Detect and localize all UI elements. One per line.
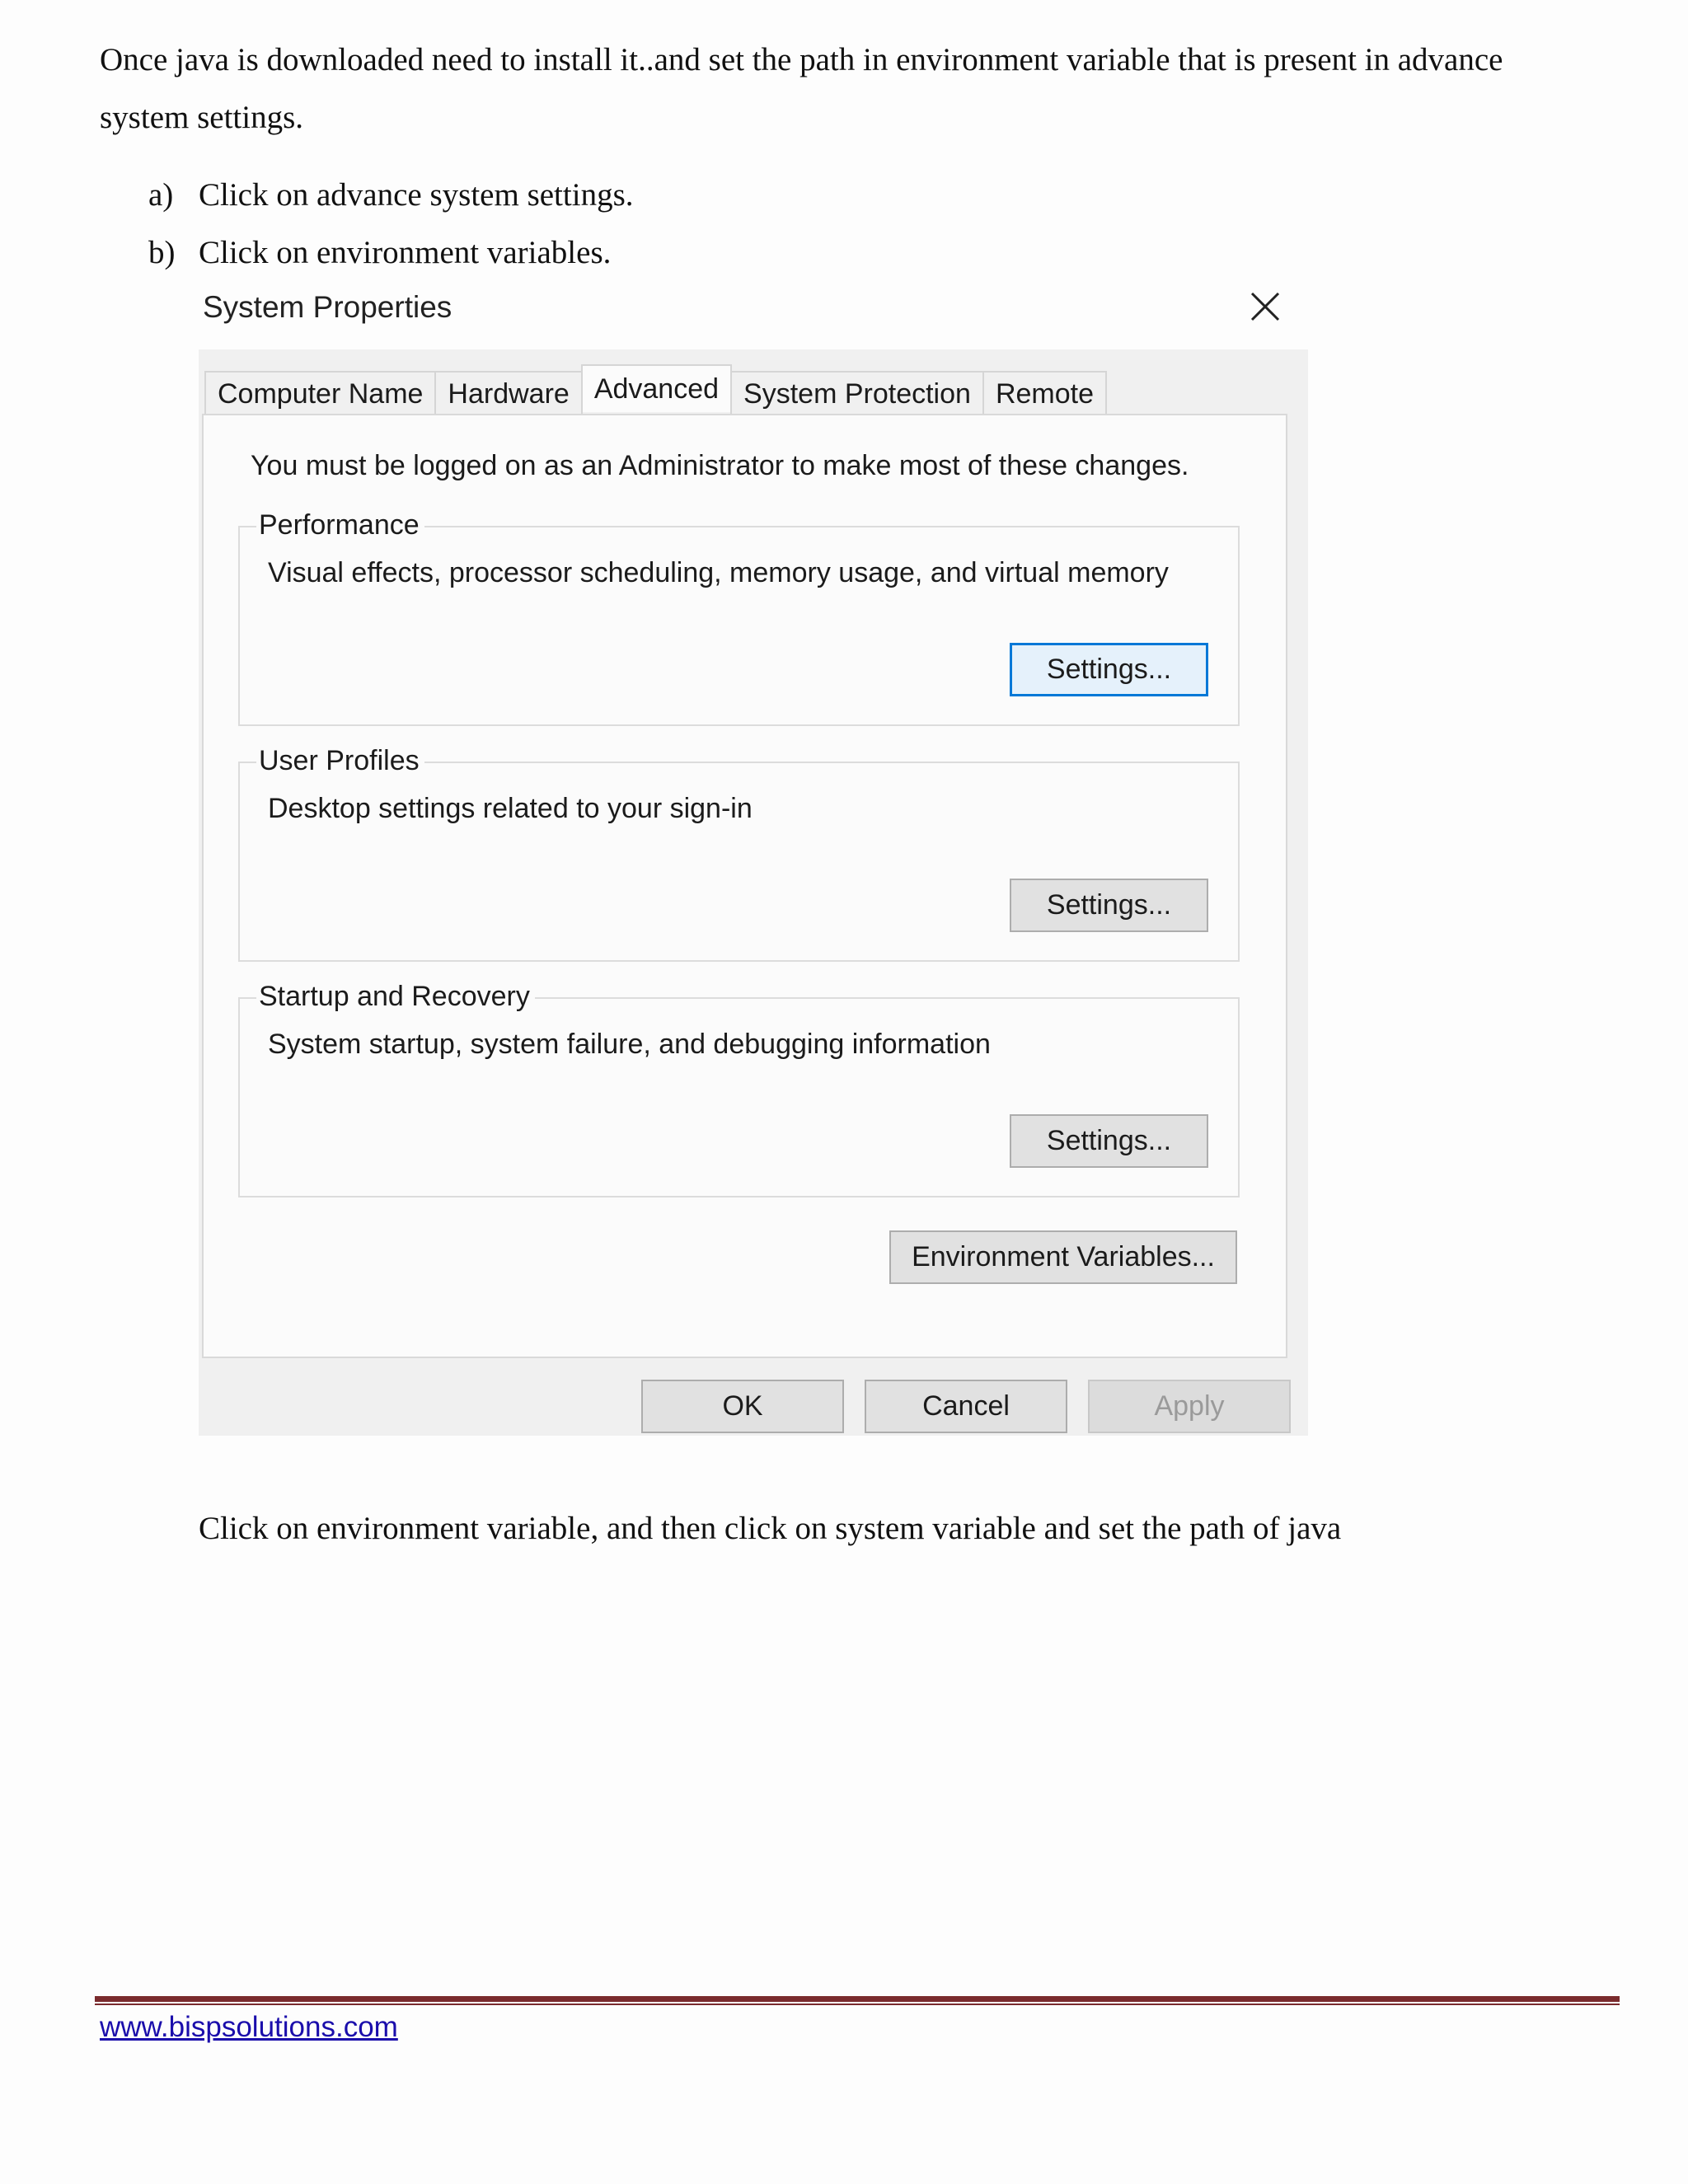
intro-paragraph: Once java is downloaded need to install … <box>100 42 1503 135</box>
group-legend: Startup and Recovery <box>256 981 535 1013</box>
group-description: Desktop settings related to your sign-in <box>268 793 753 824</box>
tab-advanced[interactable]: Advanced <box>580 364 733 412</box>
step-text: Click on environment variables. <box>199 235 612 270</box>
cancel-button[interactable]: Cancel <box>865 1380 1067 1433</box>
apply-button: Apply <box>1088 1380 1291 1433</box>
instruction-text: Click on environment variable, and then … <box>199 1511 1342 1546</box>
tab-system-protection[interactable]: System Protection <box>730 371 984 414</box>
step-marker: b) <box>148 235 176 270</box>
ok-button[interactable]: OK <box>641 1380 844 1433</box>
admin-notice: You must be logged on as an Administrato… <box>251 450 1189 481</box>
group-legend: User Profiles <box>256 745 424 777</box>
tab-remote[interactable]: Remote <box>982 371 1107 414</box>
tab-strip: Computer Name Hardware Advanced System P… <box>204 364 1107 415</box>
group-legend: Performance <box>256 509 424 541</box>
group-description: Visual effects, processor scheduling, me… <box>268 557 1169 588</box>
tab-computer-name[interactable]: Computer Name <box>204 371 437 414</box>
step-b: b) Click on environment variables. <box>148 234 612 271</box>
close-icon[interactable] <box>1249 290 1282 323</box>
footer-rule <box>95 1996 1620 2006</box>
step-a: a) Click on advance system settings. <box>148 176 634 213</box>
tab-hardware[interactable]: Hardware <box>434 371 583 414</box>
startup-recovery-settings-button[interactable]: Settings... <box>1010 1114 1208 1168</box>
dialog-title: System Properties <box>203 290 452 324</box>
environment-variables-button[interactable]: Environment Variables... <box>889 1230 1237 1284</box>
user-profiles-settings-button[interactable]: Settings... <box>1010 879 1208 932</box>
step-text: Click on advance system settings. <box>199 177 634 213</box>
step-marker: a) <box>148 177 174 213</box>
performance-settings-button[interactable]: Settings... <box>1010 643 1208 696</box>
footer-website-link[interactable]: www.bispsolutions.com <box>100 2011 398 2044</box>
group-description: System startup, system failure, and debu… <box>268 1029 991 1060</box>
